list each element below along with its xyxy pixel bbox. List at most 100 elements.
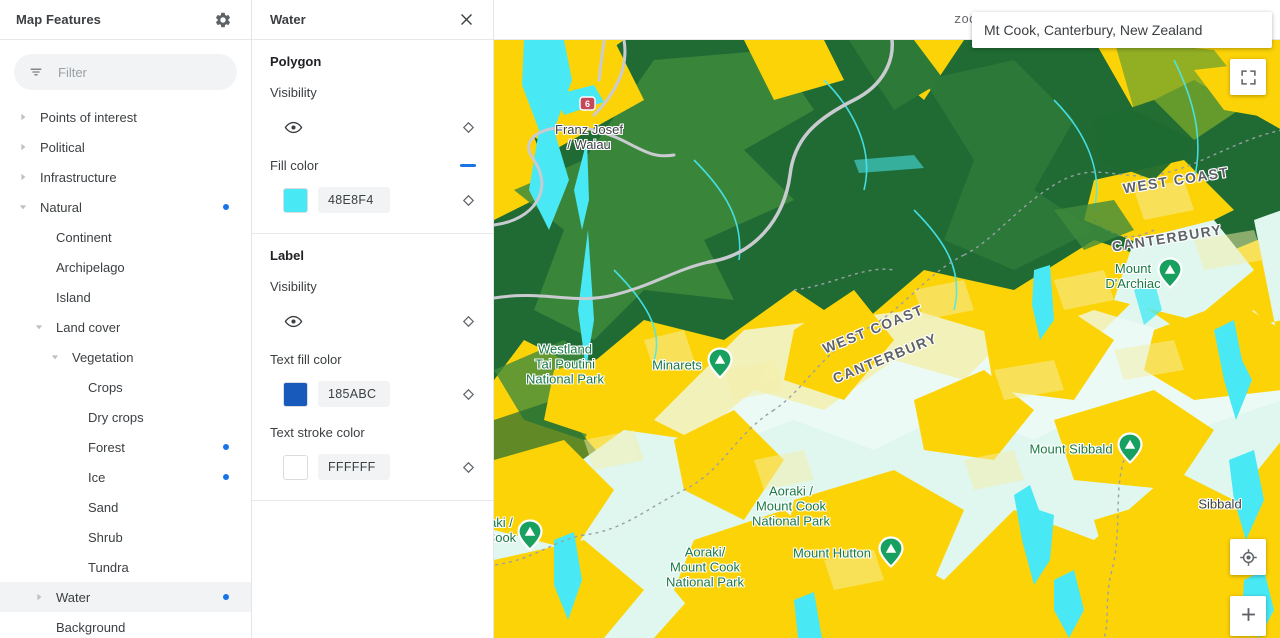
tree-item-label: Forest <box>88 439 125 455</box>
map-search-bar[interactable]: Mt Cook, Canterbury, New Zealand <box>972 12 1272 48</box>
property-control <box>270 312 459 331</box>
keyframe-diamond-icon[interactable] <box>459 312 477 330</box>
color-swatch[interactable] <box>283 454 308 480</box>
modified-indicator-dot <box>223 474 229 480</box>
tree-item-ice[interactable]: Ice <box>0 462 251 492</box>
eye-icon[interactable] <box>270 312 303 331</box>
tree-item-label: Sand <box>88 499 119 515</box>
tree-item-tundra[interactable]: Tundra <box>0 552 251 582</box>
filter-container <box>0 40 251 100</box>
map-canvas[interactable] <box>494 40 1280 638</box>
fullscreen-button[interactable] <box>1230 59 1266 95</box>
keyframe-diamond-icon[interactable] <box>459 458 477 476</box>
property-label-row: Visibility <box>270 279 479 294</box>
filter-input[interactable] <box>56 63 223 81</box>
style-sections: Polygon Visibility Fill color 48E8F4 Label Vi… <box>252 40 493 501</box>
zoom-in-button[interactable] <box>1230 596 1266 636</box>
color-swatch[interactable] <box>283 381 308 407</box>
tree-item-background[interactable]: Background <box>0 612 251 638</box>
chevron-down-icon[interactable] <box>48 350 62 364</box>
hex-value-field[interactable]: 185ABC <box>318 381 390 407</box>
property-row: 185ABC <box>270 377 479 411</box>
tree-item-points-of-interest[interactable]: Points of interest <box>0 102 251 132</box>
chevron-right-icon[interactable] <box>16 140 30 154</box>
sidebar-header: Map Features <box>0 0 251 40</box>
property-label-row: Text fill color <box>270 352 479 367</box>
property-row <box>270 304 479 338</box>
tree-item-dry-crops[interactable]: Dry crops <box>0 402 251 432</box>
modified-indicator-dot <box>223 444 229 450</box>
property-label: Visibility <box>270 85 317 100</box>
keyframe-diamond-icon[interactable] <box>459 118 477 136</box>
keyframe-diamond-icon[interactable] <box>459 385 477 403</box>
tree-item-continent[interactable]: Continent <box>0 222 251 252</box>
style-panel: Water Polygon Visibility Fill color 48E8F4 L… <box>252 0 494 638</box>
map-tiles <box>494 40 1280 638</box>
hex-value-field[interactable]: 48E8F4 <box>318 187 390 213</box>
tree-item-archipelago[interactable]: Archipelago <box>0 252 251 282</box>
chevron-right-icon[interactable] <box>16 170 30 184</box>
property-label: Text stroke color <box>270 425 365 440</box>
tree-item-label: Ice <box>88 469 106 485</box>
tree-item-infrastructure[interactable]: Infrastructure <box>0 162 251 192</box>
section-title: Label <box>270 248 304 263</box>
overridden-indicator <box>460 164 476 167</box>
tree-item-label: Crops <box>88 379 123 395</box>
tree-item-label: Points of interest <box>40 109 137 125</box>
tree-item-label: Background <box>56 619 126 635</box>
chevron-right-icon[interactable] <box>32 590 46 604</box>
property-row: 48E8F4 <box>270 183 479 217</box>
close-icon[interactable] <box>453 7 479 33</box>
style-section-label: Label Visibility Text fill color 185ABC Text… <box>252 234 493 501</box>
tree-item-label: Infrastructure <box>40 169 117 185</box>
keyframe-diamond-icon[interactable] <box>459 191 477 209</box>
section-title: Polygon <box>270 54 322 69</box>
tree-item-label: Natural <box>40 199 82 215</box>
tree-item-island[interactable]: Island <box>0 282 251 312</box>
property-label: Fill color <box>270 158 319 173</box>
tree-item-label: Continent <box>56 229 112 245</box>
tree-item-water[interactable]: Water <box>0 582 251 612</box>
tree-item-sand[interactable]: Sand <box>0 492 251 522</box>
property-row: FFFFFF <box>270 450 479 484</box>
property-label-row: Visibility <box>270 85 479 100</box>
property-label: Text fill color <box>270 352 342 367</box>
property-control: FFFFFF <box>270 454 459 480</box>
chevron-down-icon[interactable] <box>32 320 46 334</box>
tree-item-shrub[interactable]: Shrub <box>0 522 251 552</box>
tree-item-natural[interactable]: Natural <box>0 192 251 222</box>
eye-icon[interactable] <box>270 118 303 137</box>
modified-indicator-dot <box>223 204 229 210</box>
filter-box[interactable] <box>14 54 237 90</box>
style-panel-header: Water <box>252 0 493 40</box>
tree-item-label: Vegetation <box>72 349 134 365</box>
tree-item-label: Water <box>56 589 91 605</box>
hex-value-field[interactable]: FFFFFF <box>318 454 390 480</box>
map-area: zoom: 11 lat: -43.503 lng: 170.306 <box>494 0 1280 638</box>
modified-indicator-dot <box>223 594 229 600</box>
my-location-button[interactable] <box>1230 539 1266 575</box>
tree-item-forest[interactable]: Forest <box>0 432 251 462</box>
property-row <box>270 110 479 144</box>
tree-item-label: Land cover <box>56 319 121 335</box>
tree-item-crops[interactable]: Crops <box>0 372 251 402</box>
tree-item-political[interactable]: Political <box>0 132 251 162</box>
tree-item-land-cover[interactable]: Land cover <box>0 312 251 342</box>
map-features-tree: Points of interest Political Infrastructur… <box>0 100 251 638</box>
page-title: Map Features <box>16 12 102 27</box>
chevron-down-icon[interactable] <box>16 200 30 214</box>
property-label-row: Fill color <box>270 158 479 173</box>
color-swatch[interactable] <box>283 187 308 213</box>
crosshair-icon <box>1239 548 1258 567</box>
fullscreen-icon <box>1240 69 1257 86</box>
tree-item-label: Island <box>56 289 91 305</box>
tree-item-label: Political <box>40 139 85 155</box>
tree-item-vegetation[interactable]: Vegetation <box>0 342 251 372</box>
chevron-right-icon[interactable] <box>16 110 30 124</box>
property-control: 48E8F4 <box>270 187 459 213</box>
search-value: Mt Cook, Canterbury, New Zealand <box>984 22 1203 38</box>
property-control: 185ABC <box>270 381 459 407</box>
property-label-row: Text stroke color <box>270 425 479 440</box>
map-features-sidebar: Map Features Points of interest Political… <box>0 0 252 638</box>
gear-icon[interactable] <box>211 8 235 32</box>
